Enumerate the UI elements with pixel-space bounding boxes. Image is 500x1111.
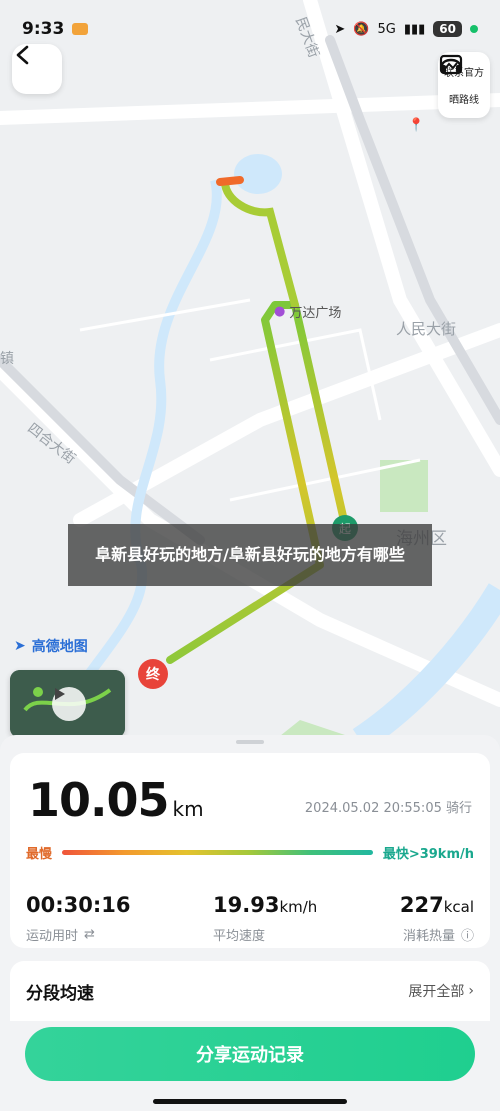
share-route-label: 晒路线 [449,95,479,106]
speed-gradient-bar [62,849,373,855]
road-label-renmin: 人民大街 [396,320,457,338]
legend-slow-label: 最慢 [26,846,53,862]
info-icon[interactable]: ⓘ [461,925,474,944]
expand-all-label: 展开全部 [408,984,465,1000]
amap-logo-text: 高德地图 [31,639,88,655]
summary-sheet: 10.05 km 2024.05.02 20:55:05 骑行 最慢 最快>39… [0,735,500,1111]
legend-fast-label: 最快>39km/h [382,846,474,862]
home-indicator[interactable] [153,1099,347,1104]
end-marker-text: 终 [146,667,160,683]
wanda-poi[interactable]: ● 万达广场 [274,302,341,321]
battery-indicator: 60 [433,21,462,37]
status-bar: 9:33 ➤ 🔕 5G ▮▮▮ 60 [0,0,500,58]
back-button[interactable] [12,44,62,94]
duration-label-row[interactable]: 运动用时 ⇄ [26,925,130,944]
avg-speed-metric: 19.93km/h 平均速度 [213,893,317,944]
avg-speed-unit: km/h [279,898,318,916]
stats-card: 10.05 km 2024.05.02 20:55:05 骑行 最慢 最快>39… [10,753,490,948]
route-video-thumbnail[interactable] [10,670,125,738]
signal-icon: ▮▮▮ [403,21,426,37]
school-pin-icon: 📍 [408,118,425,133]
calories-unit: kcal [443,898,474,916]
swap-icon[interactable]: ⇄ [84,927,95,942]
shopping-pin-icon: ● [274,304,286,319]
duration-metric: 00:30:16 运动用时 ⇄ [26,893,130,944]
calories-label-row[interactable]: 消耗热量 ⓘ [403,925,474,944]
wanda-label: 万达广场 [289,306,342,321]
mute-icon: 🔕 [353,21,370,37]
calories-value: 227 [399,893,444,917]
notification-icon [72,23,89,35]
share-record-label: 分享运动记录 [196,1045,304,1066]
distance-unit: km [172,797,204,821]
activity-datetime: 2024.05.02 20:55:05 骑行 [304,801,472,816]
duration-value: 00:30:16 [26,893,131,917]
calories-label: 消耗热量 [402,929,455,944]
image-share-icon [439,54,463,75]
duration-label: 运动用时 [26,929,79,944]
metrics-row: 00:30:16 运动用时 ⇄ 19.93km/h 平均速度 227kcal 消… [26,893,474,944]
status-time: 9:33 [22,19,65,39]
sheet-handle[interactable] [236,740,264,744]
avg-speed-value-row: 19.93km/h [213,893,317,917]
segment-speed-card[interactable]: 分段均速 展开全部 › [10,961,490,1021]
share-route-button[interactable]: 晒路线 [439,54,479,112]
calories-metric: 227kcal 消耗热量 ⓘ [400,893,474,944]
overlay-caption: 阜新县好玩的地方/阜新县好玩的地方有哪些 [68,524,432,586]
amap-logo: ➤ 高德地图 [14,636,88,656]
amap-logo-icon: ➤ [14,638,26,654]
distance: 10.05 km [28,773,204,827]
school-poi[interactable]: 📍 [408,118,424,133]
play-button[interactable] [52,687,86,721]
avg-speed-value: 19.93 [213,893,280,917]
share-record-button[interactable]: 分享运动记录 [25,1027,475,1081]
calories-value-row: 227kcal [400,893,474,917]
edge-label: 镇 [0,351,14,367]
end-marker[interactable]: 终 [138,659,168,689]
overlay-caption-text: 阜新县好玩的地方/阜新县好玩的地方有哪些 [95,545,405,564]
chevron-right-icon: › [468,983,474,999]
privacy-dot-icon [470,25,478,33]
expand-all-button[interactable]: 展开全部 › [408,981,474,1001]
speed-legend: 最慢 最快>39km/h [26,841,474,863]
play-icon [55,688,65,700]
back-arrow-icon [16,45,29,65]
location-icon: ➤ [334,21,346,37]
network-label: 5G [377,21,396,37]
distance-value: 10.05 [28,773,170,827]
avg-speed-label: 平均速度 [213,929,266,944]
segments-title: 分段均速 [26,983,94,1004]
route-map[interactable]: 9:33 ➤ 🔕 5G ▮▮▮ 60 联系官方 晒路线 民大街 人民大街 四合大… [0,0,500,760]
map-tools: 联系官方 晒路线 [438,52,490,118]
